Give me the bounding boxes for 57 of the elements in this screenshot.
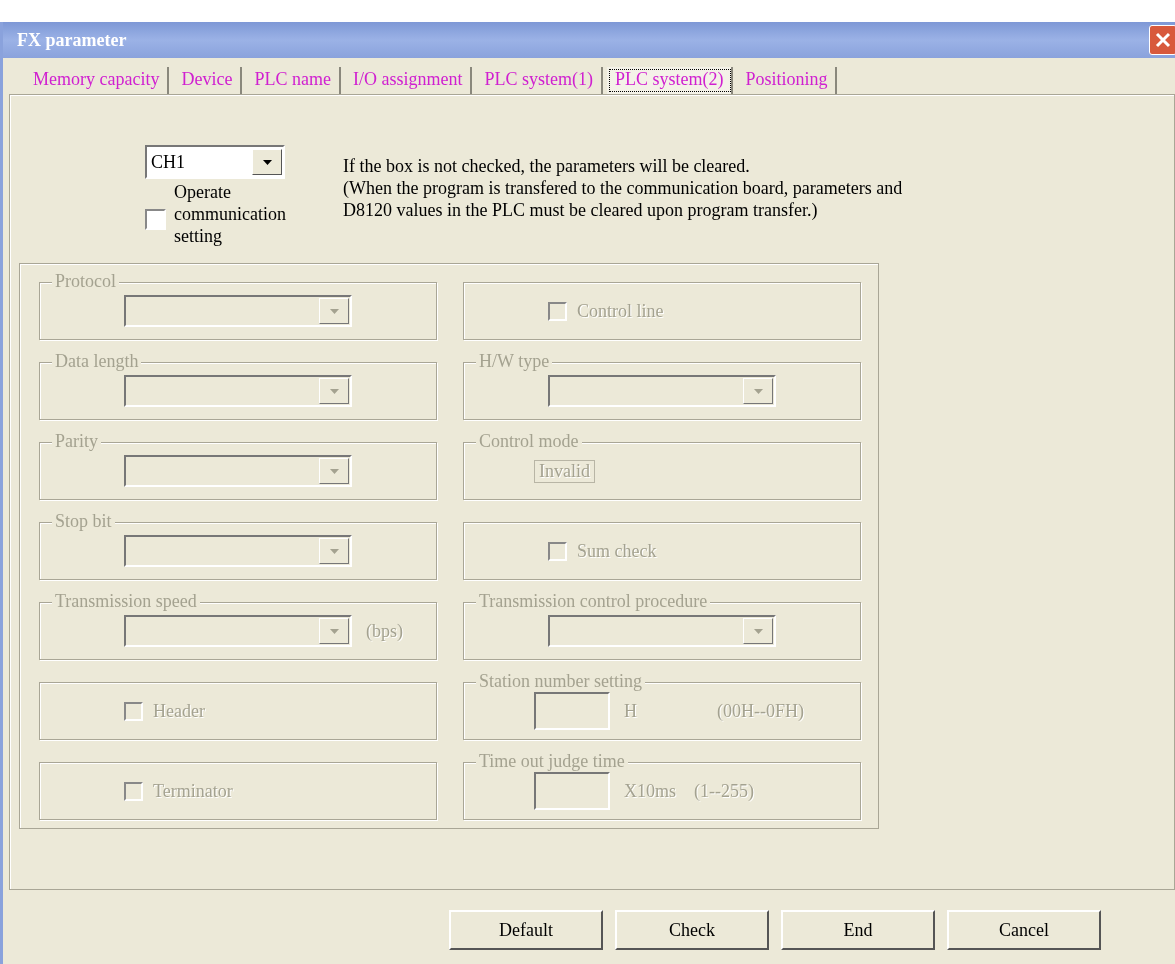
dropdown[interactable] [548,615,776,647]
dropdown[interactable] [124,375,352,407]
checkbox-label: Terminator [153,780,233,802]
caret-icon [262,159,272,165]
dropdown-button[interactable] [252,149,282,175]
input-field[interactable] [534,772,610,810]
dialog-button[interactable]: Default [449,910,603,950]
note-text: (When the program is transfered to the communication board, parameters and [343,177,903,199]
dropdown[interactable] [124,615,352,647]
tab[interactable]: Device [173,67,243,94]
group-title: Time out judge time [476,751,628,771]
group-title: Data length [52,351,142,371]
mode-value: Invalid [534,459,595,483]
dialog-button[interactable]: End [781,910,935,950]
caret-icon [753,388,763,394]
dropdown[interactable] [124,535,352,567]
channel-dropdown[interactable]: CH1 [145,145,285,179]
close-button[interactable] [1149,25,1175,55]
group-title: H/W type [476,351,553,371]
note-text: D8120 values in the PLC must be cleared upon program transfer.) [343,199,819,221]
checkbox-label: Sum check [577,540,657,562]
caret-icon [329,468,339,474]
unit-label: X10ms [624,780,676,802]
checkbox-label: Header [153,700,205,722]
range-label: (1--255) [694,780,754,802]
checkbox[interactable] [145,208,166,230]
group-title: Transmission control procedure [476,591,711,611]
range-label: (00H--0FH) [717,700,804,722]
close-icon [1155,32,1171,48]
channel-value: CH1 [151,151,185,173]
caret-icon [329,308,339,314]
dialog-button[interactable]: Cancel [947,910,1101,950]
tab[interactable]: PLC name [246,67,341,94]
dropdown[interactable] [548,375,776,407]
checkbox-label: Control line [577,300,664,322]
tab[interactable]: PLC system(1) [476,67,603,94]
group-title: Transmission speed [52,591,200,611]
caret-icon [329,388,339,394]
dialog-button[interactable]: Check [615,910,769,950]
tab[interactable]: I/O assignment [344,67,473,94]
input-field[interactable] [534,692,610,730]
caret-icon [753,628,763,634]
tab[interactable]: Positioning [737,67,838,94]
group-title: Parity [52,431,101,451]
checkbox-label: Operate communication setting [174,181,287,247]
note-text: If the box is not checked, the parameters will be cleared. [343,155,751,177]
unit-label: H [624,700,637,722]
caret-icon [329,548,339,554]
window-title: FX parameter [17,29,127,51]
group-title: Station number setting [476,671,645,691]
caret-icon [329,628,339,634]
dropdown[interactable] [124,295,352,327]
tab[interactable]: Memory capacity [25,67,170,94]
unit-label: (bps) [366,620,403,642]
group-title: Stop bit [52,511,115,531]
dropdown[interactable] [124,455,352,487]
tab[interactable]: PLC system(2) [606,67,734,94]
